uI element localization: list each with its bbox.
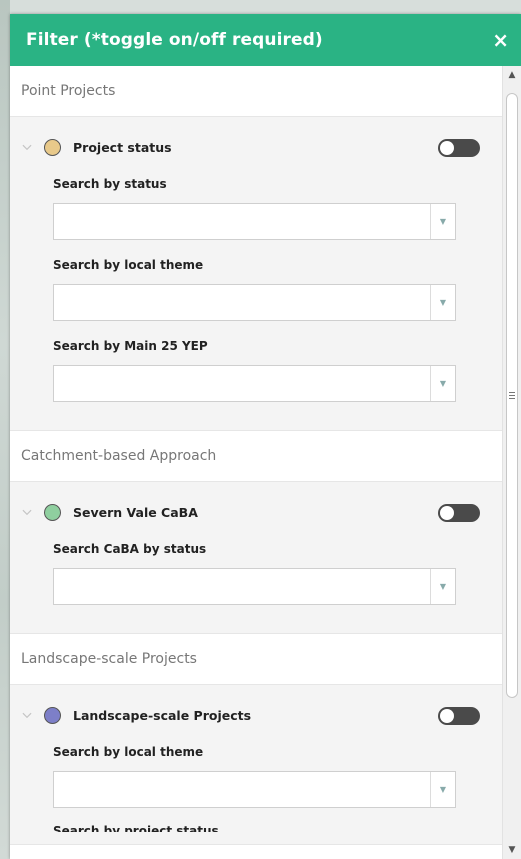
- filter-panel: Filter (*toggle on/off required) × Point…: [10, 14, 521, 859]
- layer-toggle[interactable]: [438, 139, 480, 157]
- filter-field: Search CaBA by status ▼: [10, 542, 502, 605]
- panel-title: Filter (*toggle on/off required): [26, 30, 323, 50]
- status-select[interactable]: ▼: [53, 203, 456, 240]
- toggle-knob: [440, 709, 454, 723]
- layer-toggle[interactable]: [438, 707, 480, 725]
- landscape-theme-select[interactable]: ▼: [53, 771, 456, 808]
- toggle-knob: [440, 141, 454, 155]
- field-label: Search by Main 25 YEP: [53, 339, 208, 353]
- chevron-down-icon[interactable]: [22, 710, 32, 720]
- layer-color-dot: [44, 706, 61, 724]
- dropdown-arrow-icon[interactable]: ▼: [430, 204, 455, 239]
- layer-name: Severn Vale CaBA: [73, 504, 198, 520]
- chevron-down-icon[interactable]: [22, 507, 32, 517]
- field-label: Search by local theme: [53, 745, 204, 759]
- toggle-knob: [440, 506, 454, 520]
- layer-landscape-scale: Landscape-scale Projects Search by local…: [10, 685, 502, 845]
- section-title-landscape: Landscape-scale Projects: [10, 634, 502, 685]
- section-title-point-projects: Point Projects: [10, 66, 502, 117]
- filter-field: Search by local theme ▼: [10, 258, 502, 321]
- filter-content: Point Projects Project status Search by …: [10, 66, 502, 859]
- scrollbar-thumb[interactable]: [506, 93, 518, 698]
- panel-header: Filter (*toggle on/off required) ×: [10, 14, 521, 66]
- select-value: [54, 204, 430, 239]
- layer-project-status: Project status Search by status ▼ Search…: [10, 117, 502, 431]
- filter-field: Search by Main 25 YEP ▼: [10, 339, 502, 402]
- select-value: [54, 285, 430, 320]
- dropdown-arrow-icon[interactable]: ▼: [430, 772, 455, 807]
- layer-color-dot: [44, 138, 61, 156]
- layer-color-dot: [44, 503, 61, 521]
- grip-icon: [509, 392, 515, 399]
- caba-status-select[interactable]: ▼: [53, 568, 456, 605]
- scroll-up-icon[interactable]: ▲: [503, 66, 521, 84]
- filter-field: Search by status ▼: [10, 177, 502, 240]
- select-value: [54, 569, 430, 604]
- chevron-down-icon[interactable]: [22, 142, 32, 152]
- filter-field: Search by local theme ▼: [10, 745, 502, 808]
- dropdown-arrow-icon[interactable]: ▼: [430, 285, 455, 320]
- map-background-top: [0, 0, 521, 14]
- layer-name: Landscape-scale Projects: [73, 707, 252, 723]
- map-background: [0, 0, 10, 859]
- field-label: Search CaBA by status: [53, 542, 207, 556]
- layer-toggle[interactable]: [438, 504, 480, 522]
- field-label: Search by local theme: [53, 258, 204, 272]
- vertical-scrollbar[interactable]: ▲ ▼: [502, 66, 521, 859]
- select-value: [54, 772, 430, 807]
- field-label: Search by status: [53, 177, 167, 191]
- layer-severn-vale-caba: Severn Vale CaBA Search CaBA by status ▼: [10, 482, 502, 634]
- section-title-catchment: Catchment-based Approach: [10, 431, 502, 482]
- close-button[interactable]: ×: [492, 30, 509, 50]
- main-25-yep-select[interactable]: ▼: [53, 365, 456, 402]
- dropdown-arrow-icon[interactable]: ▼: [430, 366, 455, 401]
- dropdown-arrow-icon[interactable]: ▼: [430, 569, 455, 604]
- select-value: [54, 366, 430, 401]
- local-theme-select[interactable]: ▼: [53, 284, 456, 321]
- scroll-down-icon[interactable]: ▼: [503, 841, 521, 859]
- layer-name: Project status: [73, 139, 172, 155]
- field-label: Search by project status: [53, 824, 219, 832]
